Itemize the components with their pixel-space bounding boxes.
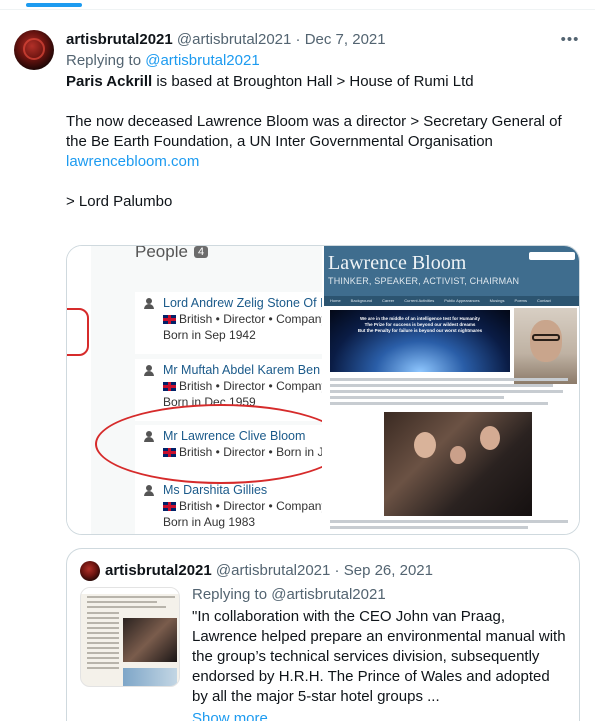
quoted-tweet-text: "In collaboration with the CEO John van …: [192, 608, 566, 705]
person-name: Lord Andrew Zelig Stone Of I: [163, 296, 324, 310]
uk-flag-icon: [163, 315, 176, 324]
more-horizontal-icon[interactable]: •••: [560, 31, 580, 49]
event-photo: [384, 412, 532, 516]
person-details: British • Director • Company: [179, 379, 324, 393]
site-nav: Home Background Career Current Activitie…: [324, 296, 579, 306]
page-sidebar: [67, 246, 91, 534]
person-name: Ms Darshita Gillies: [163, 483, 268, 497]
site-nav-item: Poems: [514, 298, 527, 303]
replying-to-handle[interactable]: @artisbrutal2021: [145, 52, 259, 69]
site-title: Lawrence Bloom: [328, 252, 467, 274]
person-icon: [144, 365, 154, 376]
red-circle-annotation: [95, 404, 322, 484]
person-icon: [144, 485, 154, 496]
tweet-link[interactable]: lawrencebloom.com: [66, 153, 199, 170]
language-selector: [529, 252, 575, 260]
tweet-line-1: Paris Ackrill is based at Broughton Hall…: [66, 72, 581, 92]
mentioned-name: Paris Ackrill: [66, 73, 153, 90]
photo-caption-text: [330, 520, 578, 532]
site-nav-item: Contact: [537, 298, 551, 303]
portrait-photo: [514, 308, 577, 384]
site-nav-item: Public Appearances: [444, 298, 480, 303]
tweet-line-3: > Lord Palumbo: [66, 193, 173, 210]
quoted-replying-to-handle[interactable]: @artisbrutal2021: [271, 586, 385, 603]
site-nav-item: Career: [382, 298, 395, 303]
media-image-people-list[interactable]: People 4 Lord Andrew Zelig Stone Of I Bri…: [67, 246, 324, 534]
tweet-line-2: The now deceased Lawrence Bloom was a di…: [66, 113, 562, 150]
people-count-badge: 4: [193, 246, 209, 258]
tweet-body: Paris Ackrill is based at Broughton Hall…: [66, 72, 581, 212]
site-nav-item: Home: [330, 298, 341, 303]
show-more-link[interactable]: Show more: [192, 709, 268, 721]
site-nav-item: Background: [350, 298, 373, 303]
tweet-header: artisbrutal2021 @artisbrutal2021 · Dec 7…: [66, 30, 386, 50]
earth-banner: We are in the middle of an intelligence …: [330, 310, 510, 372]
person-card: Ms Darshita Gillies British • Director •…: [135, 479, 324, 534]
replying-prefix: Replying to: [66, 52, 146, 69]
uk-flag-icon: [163, 382, 176, 391]
media-grid[interactable]: People 4 Lord Andrew Zelig Stone Of I Bri…: [66, 245, 580, 535]
quoted-display-name[interactable]: artisbrutal2021: [105, 562, 212, 579]
avatar-graphic: [23, 38, 45, 60]
quoted-tweet-header: artisbrutal2021 @artisbrutal2021 · Sep 2…: [105, 561, 433, 581]
banner-line: We are in the middle of an intelligence …: [360, 316, 480, 321]
header-separator: ·: [291, 31, 305, 48]
quoted-tweet[interactable]: artisbrutal2021 @artisbrutal2021 · Sep 2…: [66, 548, 580, 721]
person-icon: [144, 298, 154, 309]
quoted-handle[interactable]: @artisbrutal2021: [216, 562, 330, 579]
person-born: Born in Sep 1942: [163, 328, 256, 342]
person-details: British • Director • Company: [179, 312, 324, 326]
person-card: Lord Andrew Zelig Stone Of I British • D…: [135, 292, 324, 354]
author-display-name[interactable]: artisbrutal2021: [66, 31, 173, 48]
top-tab-strip: [0, 0, 595, 10]
quoted-timestamp[interactable]: Sep 26, 2021: [344, 562, 433, 579]
active-tab-indicator: [26, 3, 82, 7]
banner-line: But the Penalty for failure is beyond ou…: [357, 328, 483, 333]
replying-to-line: Replying to @artisbrutal2021: [66, 51, 260, 71]
person-details: British • Director • Company: [179, 499, 324, 513]
quoted-replying-prefix: Replying to: [192, 586, 272, 603]
site-body-text: [330, 378, 578, 408]
author-avatar[interactable]: [14, 30, 54, 70]
site-subtitle: THINKER, SPEAKER, ACTIVIST, CHAIRMAN: [328, 276, 520, 286]
tweet-line-1-rest: is based at Broughton Hall > House of Ru…: [152, 73, 474, 90]
quoted-author-avatar[interactable]: [80, 561, 100, 581]
person-born: Born in Aug 1983: [163, 515, 256, 529]
uk-flag-icon: [163, 502, 176, 511]
people-heading: People 4: [135, 246, 209, 262]
site-nav-item: Musings: [489, 298, 505, 303]
red-annotation-mark: [67, 308, 89, 356]
site-nav-item: Current Activities: [404, 298, 435, 303]
tweet-timestamp[interactable]: Dec 7, 2021: [305, 31, 386, 48]
author-handle[interactable]: @artisbrutal2021: [177, 31, 291, 48]
quoted-separator: ·: [330, 562, 344, 579]
quoted-thumbnail[interactable]: [80, 587, 180, 687]
person-name: Mr Muftah Abdel Karem Ben: [163, 363, 321, 377]
media-image-website[interactable]: Lawrence Bloom THINKER, SPEAKER, ACTIVIS…: [324, 246, 579, 534]
site-header: Lawrence Bloom THINKER, SPEAKER, ACTIVIS…: [324, 246, 579, 296]
quoted-replying-to-line: Replying to @artisbrutal2021: [192, 585, 386, 605]
